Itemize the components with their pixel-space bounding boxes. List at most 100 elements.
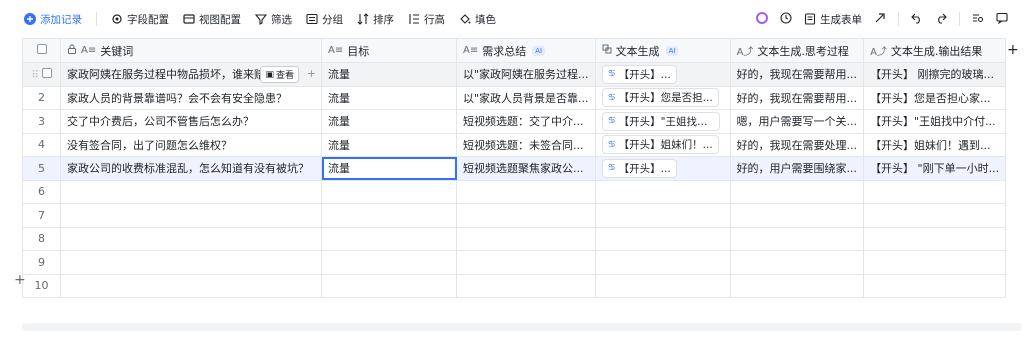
row-checkbox[interactable] [41,67,52,78]
target-cell[interactable] [321,179,457,204]
table-row[interactable]: 4 没有签合同，出了问题怎么维权？ 流量 短视频选题：未签合同... ♋ 【开头】… [22,132,1007,157]
thinking-cell[interactable]: 好的，用户需要围绕家... [729,156,865,181]
filter-button[interactable]: 筛选 [255,12,292,27]
redo-icon[interactable] [935,12,947,27]
column-header-keyword[interactable]: A≡ 关键词 [60,38,322,63]
generation-cell[interactable] [594,203,731,228]
view-record-button[interactable]: ▣ 查看 [260,66,299,83]
table-row[interactable]: ⠿ 家政阿姨在服务过程中物品损坏，谁来赔 ▣ 查看 + 流量 以"家政阿姨在服务过… [22,62,1007,87]
generation-cell[interactable] [594,250,731,275]
output-cell[interactable]: 【开头】姐妹们！遇到... [863,132,1007,157]
generation-chip[interactable]: ♋ 【开头】您是否担... [601,88,719,108]
table-row[interactable]: 2 家政人员的背景靠谱吗？会不会有安全隐患？ 流量 以"家政人员背景是否靠...… [22,85,1007,110]
thinking-cell[interactable] [729,250,865,275]
generation-chip[interactable]: ♋ 【开头】... [601,158,677,178]
summary-cell[interactable] [456,226,596,251]
summary-cell[interactable] [456,273,596,298]
summary-cell[interactable]: 短视频选题聚焦家政公... [456,156,596,181]
table-row[interactable]: 9 [22,250,1007,275]
output-cell[interactable] [863,250,1007,275]
output-cell[interactable] [863,179,1007,204]
target-cell[interactable]: 流量 [321,156,457,181]
generation-cell[interactable]: ♋ 【开头】姐妹们！... [594,132,731,157]
output-cell[interactable]: 【开头】 刚擦完的玻璃... [863,62,1007,87]
table-row[interactable]: 7 [22,203,1007,228]
add-column-icon[interactable]: + [1007,42,1019,58]
target-cell[interactable] [321,203,457,228]
thinking-cell[interactable] [729,226,865,251]
thinking-cell[interactable] [729,179,865,204]
undo-icon[interactable] [911,12,923,27]
keyword-cell[interactable]: 家政公司的收费标准混乱，怎么知道有没有被坑？ [60,156,322,181]
row-select-cell[interactable]: ⠿ [22,62,61,87]
view-config-button[interactable]: 视图配置 [183,12,241,27]
keyword-cell[interactable]: 交了中介费后，公司不管售后怎么办？ [60,109,322,134]
target-cell[interactable] [321,273,457,298]
summary-cell[interactable]: 短视频选题：未签合同... [456,132,596,157]
output-cell[interactable]: 【开头】"王姐找中介付... [863,109,1007,134]
drag-handle-icon[interactable]: ⠿ [31,70,38,81]
generation-cell[interactable]: ♋ 【开头】您是否担... [594,85,731,110]
generation-chip[interactable]: ♋ 【开头】... [601,64,677,84]
generation-cell[interactable]: ♋ 【开头】"王姐找中... [594,109,731,134]
thinking-cell[interactable]: 好的，我现在需要处理... [729,132,865,157]
keyword-cell[interactable]: 没有签合同，出了问题怎么维权？ [60,132,322,157]
row-height-button[interactable]: 行高 [408,12,445,27]
keyword-cell[interactable]: 家政阿姨在服务过程中物品损坏，谁来赔 ▣ 查看 + [60,62,322,87]
target-cell[interactable] [321,250,457,275]
target-cell[interactable]: 流量 [321,109,457,134]
column-header-summary[interactable]: A≡ 需求总结 AI [456,38,596,63]
table-row[interactable]: 6 [22,179,1007,204]
generation-cell[interactable] [594,179,731,204]
output-cell[interactable] [863,273,1007,298]
summary-cell[interactable] [456,250,596,275]
column-header-output[interactable]: A⤴ 文本生成.输出结果 [863,38,1007,63]
target-cell[interactable]: 流量 [321,62,457,87]
column-header-text-generation[interactable]: 文本生成 AI [594,38,731,63]
output-cell[interactable]: 【开头】 "刚下单一小时... [863,156,1007,181]
select-all-checkbox[interactable] [36,44,47,54]
fill-color-button[interactable]: 填色 [459,12,496,27]
column-header-thinking[interactable]: A⤴ 文本生成.思考过程 [729,38,865,63]
summary-cell[interactable]: 短视频选题：交了中介... [456,109,596,134]
thinking-cell[interactable]: 嗯，用户需要写一个关... [729,109,865,134]
generation-cell[interactable]: ♋ 【开头】... [594,156,731,181]
output-cell[interactable] [863,203,1007,228]
target-cell[interactable]: 流量 [321,132,457,157]
search-list-icon[interactable] [972,12,984,27]
ai-assistant-icon[interactable] [756,11,768,27]
output-cell[interactable] [863,226,1007,251]
keyword-cell[interactable] [60,226,322,251]
table-row[interactable]: 8 [22,226,1007,251]
comment-icon[interactable] [996,12,1008,27]
thinking-cell[interactable] [729,203,865,228]
table-row[interactable]: 3 交了中介费后，公司不管售后怎么办？ 流量 短视频选题：交了中介... ♋ 【开… [22,109,1007,134]
thinking-cell[interactable]: 好的，我现在需要帮用... [729,85,865,110]
add-row-icon[interactable]: + [14,272,26,288]
add-icon[interactable]: + [307,67,316,80]
table-row[interactable]: 5 家政公司的收费标准混乱，怎么知道有没有被坑？ 流量 短视频选题聚焦家政公..… [22,156,1007,181]
generation-cell[interactable]: ♋ 【开头】... [594,62,731,87]
summary-cell[interactable] [456,203,596,228]
select-all-cell[interactable] [22,38,61,63]
automation-icon[interactable] [780,11,792,27]
generation-cell[interactable] [594,273,731,298]
keyword-cell[interactable] [60,179,322,204]
add-record-button[interactable]: 添加记录 [24,12,82,27]
horizontal-scrollbar[interactable] [22,323,1022,331]
keyword-cell[interactable] [60,250,322,275]
column-header-target[interactable]: A≡ 目标 [321,38,457,63]
keyword-cell[interactable] [60,273,322,298]
output-cell[interactable]: 【开头】您是否担心家... [863,85,1007,110]
target-cell[interactable]: 流量 [321,85,457,110]
target-cell[interactable] [321,226,457,251]
sort-button[interactable]: 排序 [357,12,394,27]
summary-cell[interactable] [456,179,596,204]
generation-chip[interactable]: ♋ 【开头】"王姐找中... [601,111,720,131]
thinking-cell[interactable]: 好的，我现在需要帮用... [729,62,865,87]
field-config-button[interactable]: 字段配置 [111,12,169,27]
table-row[interactable]: 10 [22,273,1007,298]
keyword-cell[interactable] [60,203,322,228]
generation-chip[interactable]: ♋ 【开头】姐妹们！... [601,135,719,155]
summary-cell[interactable]: 以"家政阿姨在服务过程... [456,62,596,87]
